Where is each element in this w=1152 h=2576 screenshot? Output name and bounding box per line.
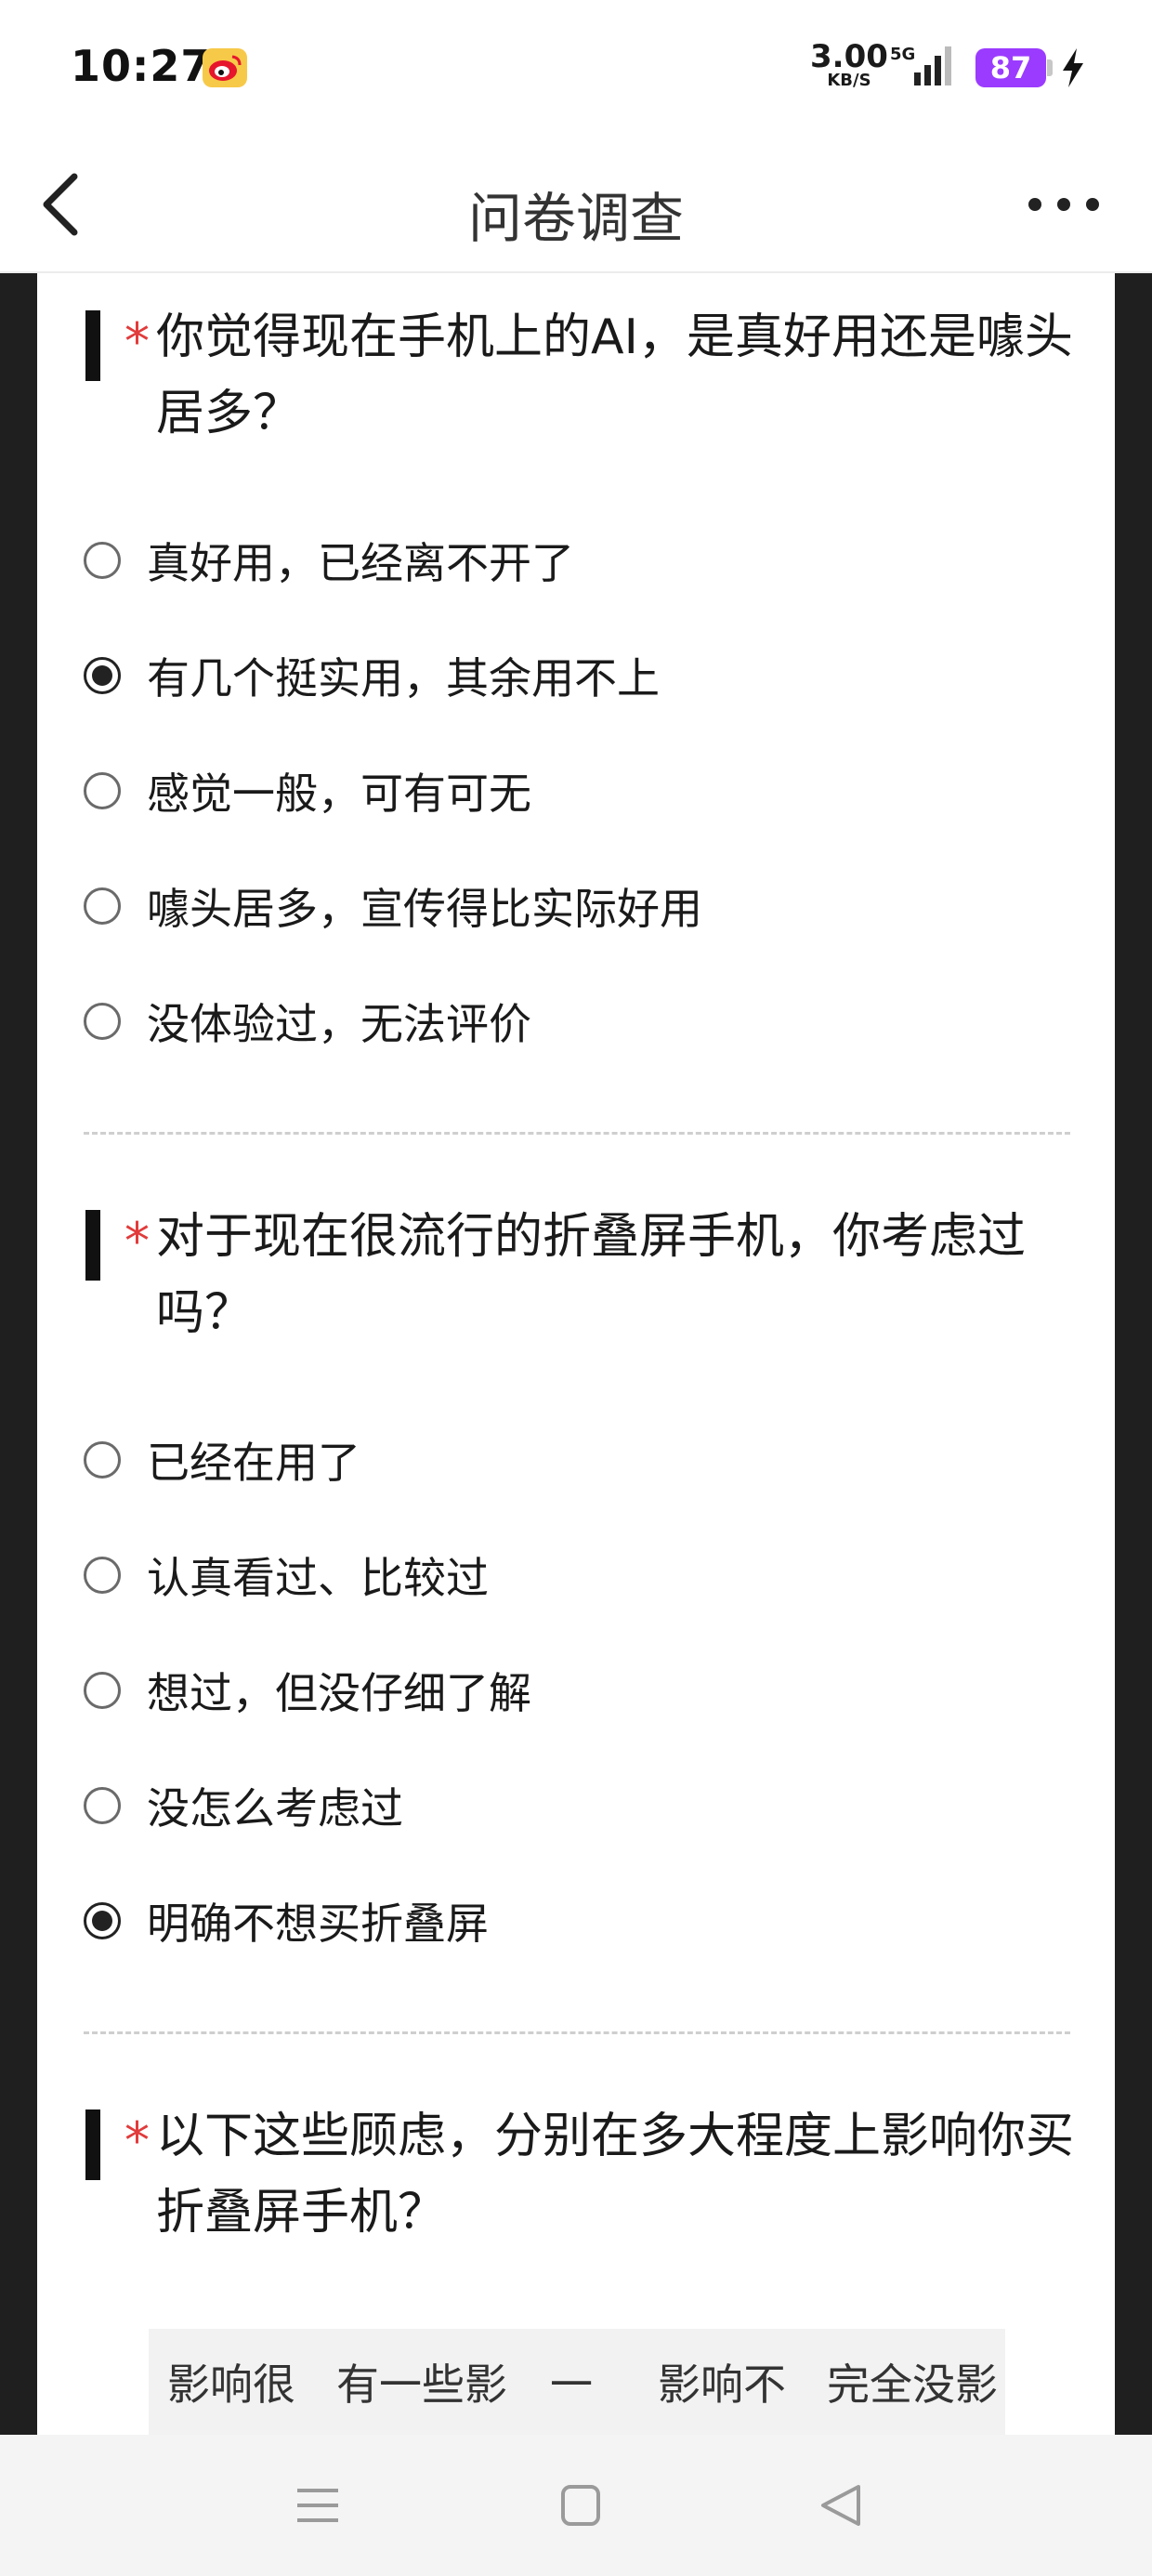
option-label: 没怎么考虑过 xyxy=(147,1783,403,1833)
page-title: 问卷调查 xyxy=(467,187,684,250)
question-1-title: 你觉得现在手机上的AI，是真好用还是噱头居多？ xyxy=(156,309,1073,441)
weibo-icon xyxy=(203,48,247,87)
radio-button[interactable] xyxy=(84,1787,121,1824)
radio-button[interactable] xyxy=(84,1003,121,1040)
option-q1-3[interactable]: 感觉一般，可有可无 xyxy=(82,756,1011,831)
radio-button[interactable] xyxy=(84,1557,121,1594)
radio-button[interactable] xyxy=(84,542,121,579)
option-q2-2[interactable]: 认真看过、比较过 xyxy=(82,1541,1011,1615)
radio-button[interactable] xyxy=(84,1441,121,1479)
more-icon[interactable] xyxy=(1022,178,1106,230)
scale-header: 完全没影 xyxy=(827,2359,998,2410)
option-label: 有几个挺实用，其余用不上 xyxy=(147,653,660,703)
option-q1-2[interactable]: 有几个挺实用，其余用不上 xyxy=(82,641,1011,716)
system-nav-bar xyxy=(0,2435,1152,2576)
required-mark: * xyxy=(124,2111,150,2170)
radio-button[interactable] xyxy=(84,887,121,925)
status-bar: 10:27 3.00 KB/S 5G 87 xyxy=(0,0,1152,138)
menu-icon[interactable] xyxy=(288,2476,347,2535)
required-mark: * xyxy=(124,312,150,371)
question-3-title: 以下这些顾虑，分别在多大程度上影响你买折叠屏手机？ xyxy=(156,2109,1075,2241)
question-divider xyxy=(84,2031,1070,2034)
scale-header: 影响很 xyxy=(167,2359,295,2410)
option-label: 明确不想买折叠屏 xyxy=(147,1899,489,1949)
radio-button[interactable] xyxy=(84,1672,121,1709)
question-divider xyxy=(84,1132,1070,1135)
battery-tip xyxy=(1047,59,1053,76)
scale-header: 一 xyxy=(550,2359,593,2410)
radio-button-selected[interactable] xyxy=(84,1902,121,1939)
home-icon[interactable] xyxy=(550,2476,609,2535)
option-q2-5[interactable]: 明确不想买折叠屏 xyxy=(82,1886,1011,1961)
battery-level: 87 xyxy=(975,48,1046,87)
option-q2-4[interactable]: 没怎么考虑过 xyxy=(82,1771,1011,1846)
scale-header: 有一些影 xyxy=(336,2359,507,2410)
scale-header: 影响不 xyxy=(658,2359,786,2410)
option-label: 认真看过、比较过 xyxy=(147,1553,489,1603)
option-label: 真好用，已经离不开了 xyxy=(147,538,574,588)
required-mark: * xyxy=(124,1212,150,1270)
likert-scale-header[interactable]: 影响很 有一些影 一 影响不 完全没影 xyxy=(149,2329,1005,2435)
option-label: 想过，但没仔细了解 xyxy=(147,1668,531,1718)
status-time: 10:27 xyxy=(71,41,212,91)
signal-icon xyxy=(914,46,951,85)
question-marker xyxy=(85,2109,100,2180)
option-label: 感觉一般，可有可无 xyxy=(147,769,531,819)
question-2-title: 对于现在很流行的折叠屏手机，你考虑过吗？ xyxy=(156,1209,1027,1341)
option-label: 噱头居多，宣传得比实际好用 xyxy=(147,884,702,934)
survey-card: * 你觉得现在手机上的AI，是真好用还是噱头居多？ 真好用，已经离不开了 有几个… xyxy=(37,273,1115,2435)
option-q1-4[interactable]: 噱头居多，宣传得比实际好用 xyxy=(82,872,1011,946)
option-q1-5[interactable]: 没体验过，无法评价 xyxy=(82,987,1011,1061)
option-label: 已经在用了 xyxy=(147,1438,360,1488)
option-q1-1[interactable]: 真好用，已经离不开了 xyxy=(82,526,1011,600)
title-bar: 问卷调查 xyxy=(0,138,1152,273)
option-q2-1[interactable]: 已经在用了 xyxy=(82,1426,1011,1500)
option-q2-3[interactable]: 想过，但没仔细了解 xyxy=(82,1656,1011,1730)
question-marker xyxy=(85,1210,100,1281)
charging-icon xyxy=(1063,48,1083,87)
radio-button[interactable] xyxy=(84,772,121,809)
option-label: 没体验过，无法评价 xyxy=(147,999,531,1049)
radio-button-selected[interactable] xyxy=(84,657,121,694)
network-speed-value: 3.00 xyxy=(810,38,888,75)
back-triangle-icon[interactable] xyxy=(812,2476,871,2535)
network-speed: 3.00 KB/S xyxy=(810,41,888,89)
question-marker xyxy=(85,310,100,381)
